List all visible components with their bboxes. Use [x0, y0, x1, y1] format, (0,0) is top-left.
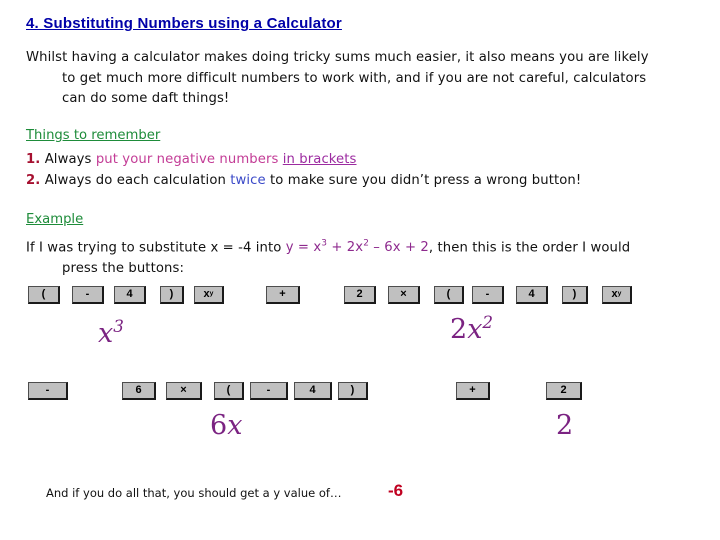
key-four[interactable]: 4	[294, 382, 332, 400]
term-exponent: 2	[482, 312, 494, 332]
key-plus[interactable]: +	[266, 286, 300, 304]
rule-number: 2.	[26, 173, 41, 188]
key-power[interactable]: xy	[194, 286, 224, 304]
key-label: 2	[356, 288, 363, 300]
key-label: 2	[560, 384, 567, 396]
rule-text-black: Always	[44, 152, 96, 167]
term-coefficient: 2	[450, 314, 468, 345]
key-label: ×	[400, 288, 407, 300]
key-minus[interactable]: -	[472, 286, 504, 304]
rule-text-black-tail: to make sure you didn’t press a wrong bu…	[265, 173, 582, 188]
key-two[interactable]: 2	[546, 382, 582, 400]
things-to-remember-heading: Things to remember	[26, 128, 161, 143]
key-label: )	[350, 384, 355, 396]
rule-text-pink: put your negative numbers	[95, 152, 283, 167]
equation-plus-two: + 2	[327, 240, 356, 256]
key-label: ×	[180, 384, 187, 396]
example-paragraph: If I was trying to substitute x = -4 int…	[26, 234, 674, 279]
key-exponent-label: y	[617, 290, 622, 298]
key-minus[interactable]: -	[28, 382, 68, 400]
key-label: -	[266, 384, 271, 396]
example-line-2: press the buttons:	[62, 260, 184, 276]
key-four[interactable]: 4	[114, 286, 146, 304]
key-label: )	[169, 288, 174, 300]
intro-paragraph: Whilst having a calculator makes doing t…	[26, 48, 674, 110]
key-close-bracket[interactable]: )	[562, 286, 588, 304]
example-lead-text: If I was trying to substitute x = -4 int…	[26, 240, 286, 256]
footer-text: And if you do all that, you should get a…	[46, 486, 342, 500]
key-label: (	[41, 288, 46, 300]
key-six[interactable]: 6	[122, 382, 156, 400]
rule-number: 1.	[26, 152, 41, 167]
term-variable: x	[467, 314, 483, 345]
key-plus[interactable]: +	[456, 382, 490, 400]
term-x-cubed: x3	[98, 316, 124, 349]
term-2: 2	[556, 410, 573, 441]
equation-tail: – 6x + 2	[369, 240, 429, 256]
key-label: -	[85, 288, 90, 300]
rule-text-emphasis: in brackets	[282, 152, 357, 167]
key-label: 4	[309, 384, 316, 396]
key-minus[interactable]: -	[250, 382, 288, 400]
intro-line-3: can do some daft things!	[62, 91, 230, 106]
rule-item-1: 1. Always put your negative numbers in b…	[26, 150, 357, 171]
key-label: +	[279, 288, 286, 300]
key-minus[interactable]: -	[72, 286, 104, 304]
key-multiply[interactable]: ×	[166, 382, 202, 400]
example-equation: y = x3 + 2x2 – 6x + 2	[285, 239, 429, 256]
intro-line-2: to get much more difficult numbers to wo…	[62, 70, 647, 86]
key-label: )	[572, 288, 577, 300]
answer-value: -6	[388, 481, 404, 500]
key-power[interactable]: xy	[602, 286, 632, 304]
key-close-bracket[interactable]: )	[160, 286, 184, 304]
key-label: (	[446, 288, 451, 300]
key-label: +	[469, 384, 476, 396]
term-variable: x	[227, 410, 243, 441]
key-label: 4	[126, 288, 133, 300]
page-title: 4. Substituting Numbers using a Calculat…	[26, 15, 342, 32]
key-label: 6	[135, 384, 142, 396]
term-2x-squared: 2x2	[450, 312, 493, 345]
key-label: 4	[528, 288, 535, 300]
key-label: -	[45, 384, 50, 396]
term-variable: x	[98, 318, 114, 349]
key-two[interactable]: 2	[344, 286, 376, 304]
example-tail-text: , then this is the order I would	[428, 240, 631, 256]
rule-item-2: 2. Always do each calculation twice to m…	[26, 171, 581, 192]
key-label: (	[226, 384, 231, 396]
key-open-bracket[interactable]: (	[28, 286, 60, 304]
rule-text-black: Always do each calculation	[44, 173, 231, 188]
key-multiply[interactable]: ×	[388, 286, 420, 304]
key-label: -	[485, 288, 490, 300]
key-close-bracket[interactable]: )	[338, 382, 368, 400]
example-heading: Example	[26, 212, 84, 227]
equation-equals: =	[293, 240, 314, 256]
term-coefficient: 6	[210, 410, 228, 441]
key-open-bracket[interactable]: (	[214, 382, 244, 400]
key-exponent-label: y	[209, 290, 214, 298]
term-exponent: 3	[113, 316, 124, 336]
term-6x: 6x	[210, 410, 242, 441]
intro-line-1: Whilst having a calculator makes doing t…	[26, 50, 649, 65]
equation-y: y	[285, 240, 294, 256]
rule-text-emphasis: twice	[230, 173, 266, 188]
key-open-bracket[interactable]: (	[434, 286, 464, 304]
term-coefficient: 2	[556, 410, 574, 441]
key-four[interactable]: 4	[516, 286, 548, 304]
